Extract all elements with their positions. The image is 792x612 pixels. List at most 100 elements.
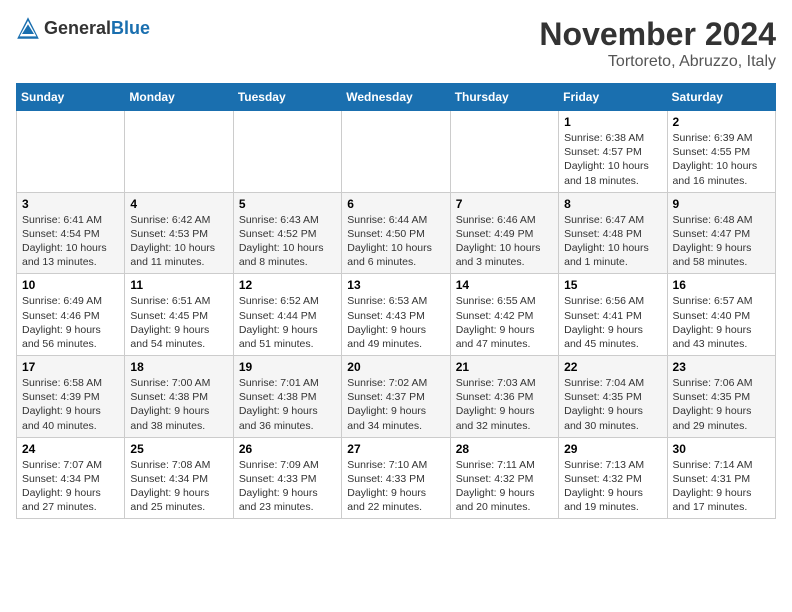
calendar-cell: 28 Sunrise: 7:11 AMSunset: 4:32 PMDayligh… [450,437,558,519]
calendar-cell: 4 Sunrise: 6:42 AMSunset: 4:53 PMDaylight… [125,192,233,274]
day-info: Sunrise: 6:53 AMSunset: 4:43 PMDaylight:… [347,294,444,351]
week-row-1: 1Sunrise: 6:38 AMSunset: 4:57 PMDaylight… [17,111,776,193]
day-number: 4 [130,197,227,211]
day-number: 25 [130,442,227,456]
calendar-cell: 27 Sunrise: 7:10 AMSunset: 4:33 PMDayligh… [342,437,450,519]
calendar-cell: 10 Sunrise: 6:49 AMSunset: 4:46 PMDayligh… [17,274,125,356]
logo-icon [16,16,40,40]
calendar-cell: 17 Sunrise: 6:58 AMSunset: 4:39 PMDayligh… [17,356,125,438]
day-info: Sunrise: 6:43 AMSunset: 4:52 PMDaylight:… [239,213,336,270]
day-info: Sunrise: 7:00 AMSunset: 4:38 PMDaylight:… [130,376,227,433]
calendar-cell [233,111,341,193]
day-number: 17 [22,360,119,374]
day-number: 13 [347,278,444,292]
day-info: Sunrise: 6:44 AMSunset: 4:50 PMDaylight:… [347,213,444,270]
calendar-cell: 5Sunrise: 6:43 AMSunset: 4:52 PMDaylight… [233,192,341,274]
calendar-cell: 3 Sunrise: 6:41 AMSunset: 4:54 PMDaylight… [17,192,125,274]
day-number: 7 [456,197,553,211]
calendar-cell [450,111,558,193]
calendar-cell [17,111,125,193]
day-number: 2 [673,115,770,129]
day-info: Sunrise: 7:04 AMSunset: 4:35 PMDaylight:… [564,376,661,433]
day-info: Sunrise: 6:58 AMSunset: 4:39 PMDaylight:… [22,376,119,433]
weekday-header-wednesday: Wednesday [342,84,450,111]
weekday-header-monday: Monday [125,84,233,111]
day-number: 10 [22,278,119,292]
day-number: 26 [239,442,336,456]
calendar-cell: 1Sunrise: 6:38 AMSunset: 4:57 PMDaylight… [559,111,667,193]
day-number: 9 [673,197,770,211]
day-info: Sunrise: 6:42 AMSunset: 4:53 PMDaylight:… [130,213,227,270]
calendar-cell: 15Sunrise: 6:56 AMSunset: 4:41 PMDayligh… [559,274,667,356]
day-number: 11 [130,278,227,292]
day-number: 18 [130,360,227,374]
day-info: Sunrise: 6:38 AMSunset: 4:57 PMDaylight:… [564,131,661,188]
week-row-4: 17 Sunrise: 6:58 AMSunset: 4:39 PMDayligh… [17,356,776,438]
calendar: SundayMondayTuesdayWednesdayThursdayFrid… [16,83,776,519]
day-info: Sunrise: 7:07 AMSunset: 4:34 PMDaylight:… [22,458,119,515]
calendar-cell: 18 Sunrise: 7:00 AMSunset: 4:38 PMDayligh… [125,356,233,438]
day-number: 8 [564,197,661,211]
day-number: 6 [347,197,444,211]
month-title: November 2024 [539,16,776,53]
calendar-cell: 9 Sunrise: 6:48 AMSunset: 4:47 PMDaylight… [667,192,775,274]
calendar-cell: 23Sunrise: 7:06 AMSunset: 4:35 PMDayligh… [667,356,775,438]
day-info: Sunrise: 7:03 AMSunset: 4:36 PMDaylight:… [456,376,553,433]
weekday-header-friday: Friday [559,84,667,111]
calendar-cell: 16 Sunrise: 6:57 AMSunset: 4:40 PMDayligh… [667,274,775,356]
day-number: 19 [239,360,336,374]
calendar-cell: 6 Sunrise: 6:44 AMSunset: 4:50 PMDaylight… [342,192,450,274]
day-info: Sunrise: 7:11 AMSunset: 4:32 PMDaylight:… [456,458,553,515]
day-info: Sunrise: 6:41 AMSunset: 4:54 PMDaylight:… [22,213,119,270]
calendar-cell: 24 Sunrise: 7:07 AMSunset: 4:34 PMDayligh… [17,437,125,519]
day-number: 28 [456,442,553,456]
calendar-cell: 13 Sunrise: 6:53 AMSunset: 4:43 PMDayligh… [342,274,450,356]
day-info: Sunrise: 6:56 AMSunset: 4:41 PMDaylight:… [564,294,661,351]
calendar-cell: 7 Sunrise: 6:46 AMSunset: 4:49 PMDaylight… [450,192,558,274]
day-info: Sunrise: 6:46 AMSunset: 4:49 PMDaylight:… [456,213,553,270]
day-number: 21 [456,360,553,374]
calendar-cell: 11 Sunrise: 6:51 AMSunset: 4:45 PMDayligh… [125,274,233,356]
logo: General Blue [16,16,150,40]
calendar-cell: 19 Sunrise: 7:01 AMSunset: 4:38 PMDayligh… [233,356,341,438]
day-info: Sunrise: 6:48 AMSunset: 4:47 PMDaylight:… [673,213,770,270]
day-info: Sunrise: 7:06 AMSunset: 4:35 PMDaylight:… [673,376,770,433]
day-number: 16 [673,278,770,292]
calendar-cell: 20Sunrise: 7:02 AMSunset: 4:37 PMDayligh… [342,356,450,438]
day-number: 22 [564,360,661,374]
day-number: 12 [239,278,336,292]
day-info: Sunrise: 6:49 AMSunset: 4:46 PMDaylight:… [22,294,119,351]
location-title: Tortoreto, Abruzzo, Italy [539,53,776,71]
week-row-2: 3 Sunrise: 6:41 AMSunset: 4:54 PMDaylight… [17,192,776,274]
calendar-cell: 2 Sunrise: 6:39 AMSunset: 4:55 PMDaylight… [667,111,775,193]
weekday-header-tuesday: Tuesday [233,84,341,111]
calendar-cell: 12Sunrise: 6:52 AMSunset: 4:44 PMDayligh… [233,274,341,356]
week-row-3: 10 Sunrise: 6:49 AMSunset: 4:46 PMDayligh… [17,274,776,356]
calendar-cell [125,111,233,193]
calendar-cell: 26Sunrise: 7:09 AMSunset: 4:33 PMDayligh… [233,437,341,519]
day-number: 24 [22,442,119,456]
day-number: 29 [564,442,661,456]
day-number: 14 [456,278,553,292]
day-info: Sunrise: 6:55 AMSunset: 4:42 PMDaylight:… [456,294,553,351]
weekday-header-sunday: Sunday [17,84,125,111]
day-info: Sunrise: 7:02 AMSunset: 4:37 PMDaylight:… [347,376,444,433]
day-info: Sunrise: 7:10 AMSunset: 4:33 PMDaylight:… [347,458,444,515]
weekday-header-row: SundayMondayTuesdayWednesdayThursdayFrid… [17,84,776,111]
day-number: 3 [22,197,119,211]
calendar-cell: 25 Sunrise: 7:08 AMSunset: 4:34 PMDayligh… [125,437,233,519]
day-info: Sunrise: 7:01 AMSunset: 4:38 PMDaylight:… [239,376,336,433]
weekday-header-thursday: Thursday [450,84,558,111]
day-number: 27 [347,442,444,456]
calendar-cell [342,111,450,193]
calendar-cell: 29 Sunrise: 7:13 AMSunset: 4:32 PMDayligh… [559,437,667,519]
calendar-cell: 14 Sunrise: 6:55 AMSunset: 4:42 PMDayligh… [450,274,558,356]
day-info: Sunrise: 7:08 AMSunset: 4:34 PMDaylight:… [130,458,227,515]
day-info: Sunrise: 7:13 AMSunset: 4:32 PMDaylight:… [564,458,661,515]
week-row-5: 24 Sunrise: 7:07 AMSunset: 4:34 PMDayligh… [17,437,776,519]
day-info: Sunrise: 6:39 AMSunset: 4:55 PMDaylight:… [673,131,770,188]
day-info: Sunrise: 6:57 AMSunset: 4:40 PMDaylight:… [673,294,770,351]
day-info: Sunrise: 6:47 AMSunset: 4:48 PMDaylight:… [564,213,661,270]
logo-general-text: General [44,18,111,39]
day-info: Sunrise: 6:51 AMSunset: 4:45 PMDaylight:… [130,294,227,351]
